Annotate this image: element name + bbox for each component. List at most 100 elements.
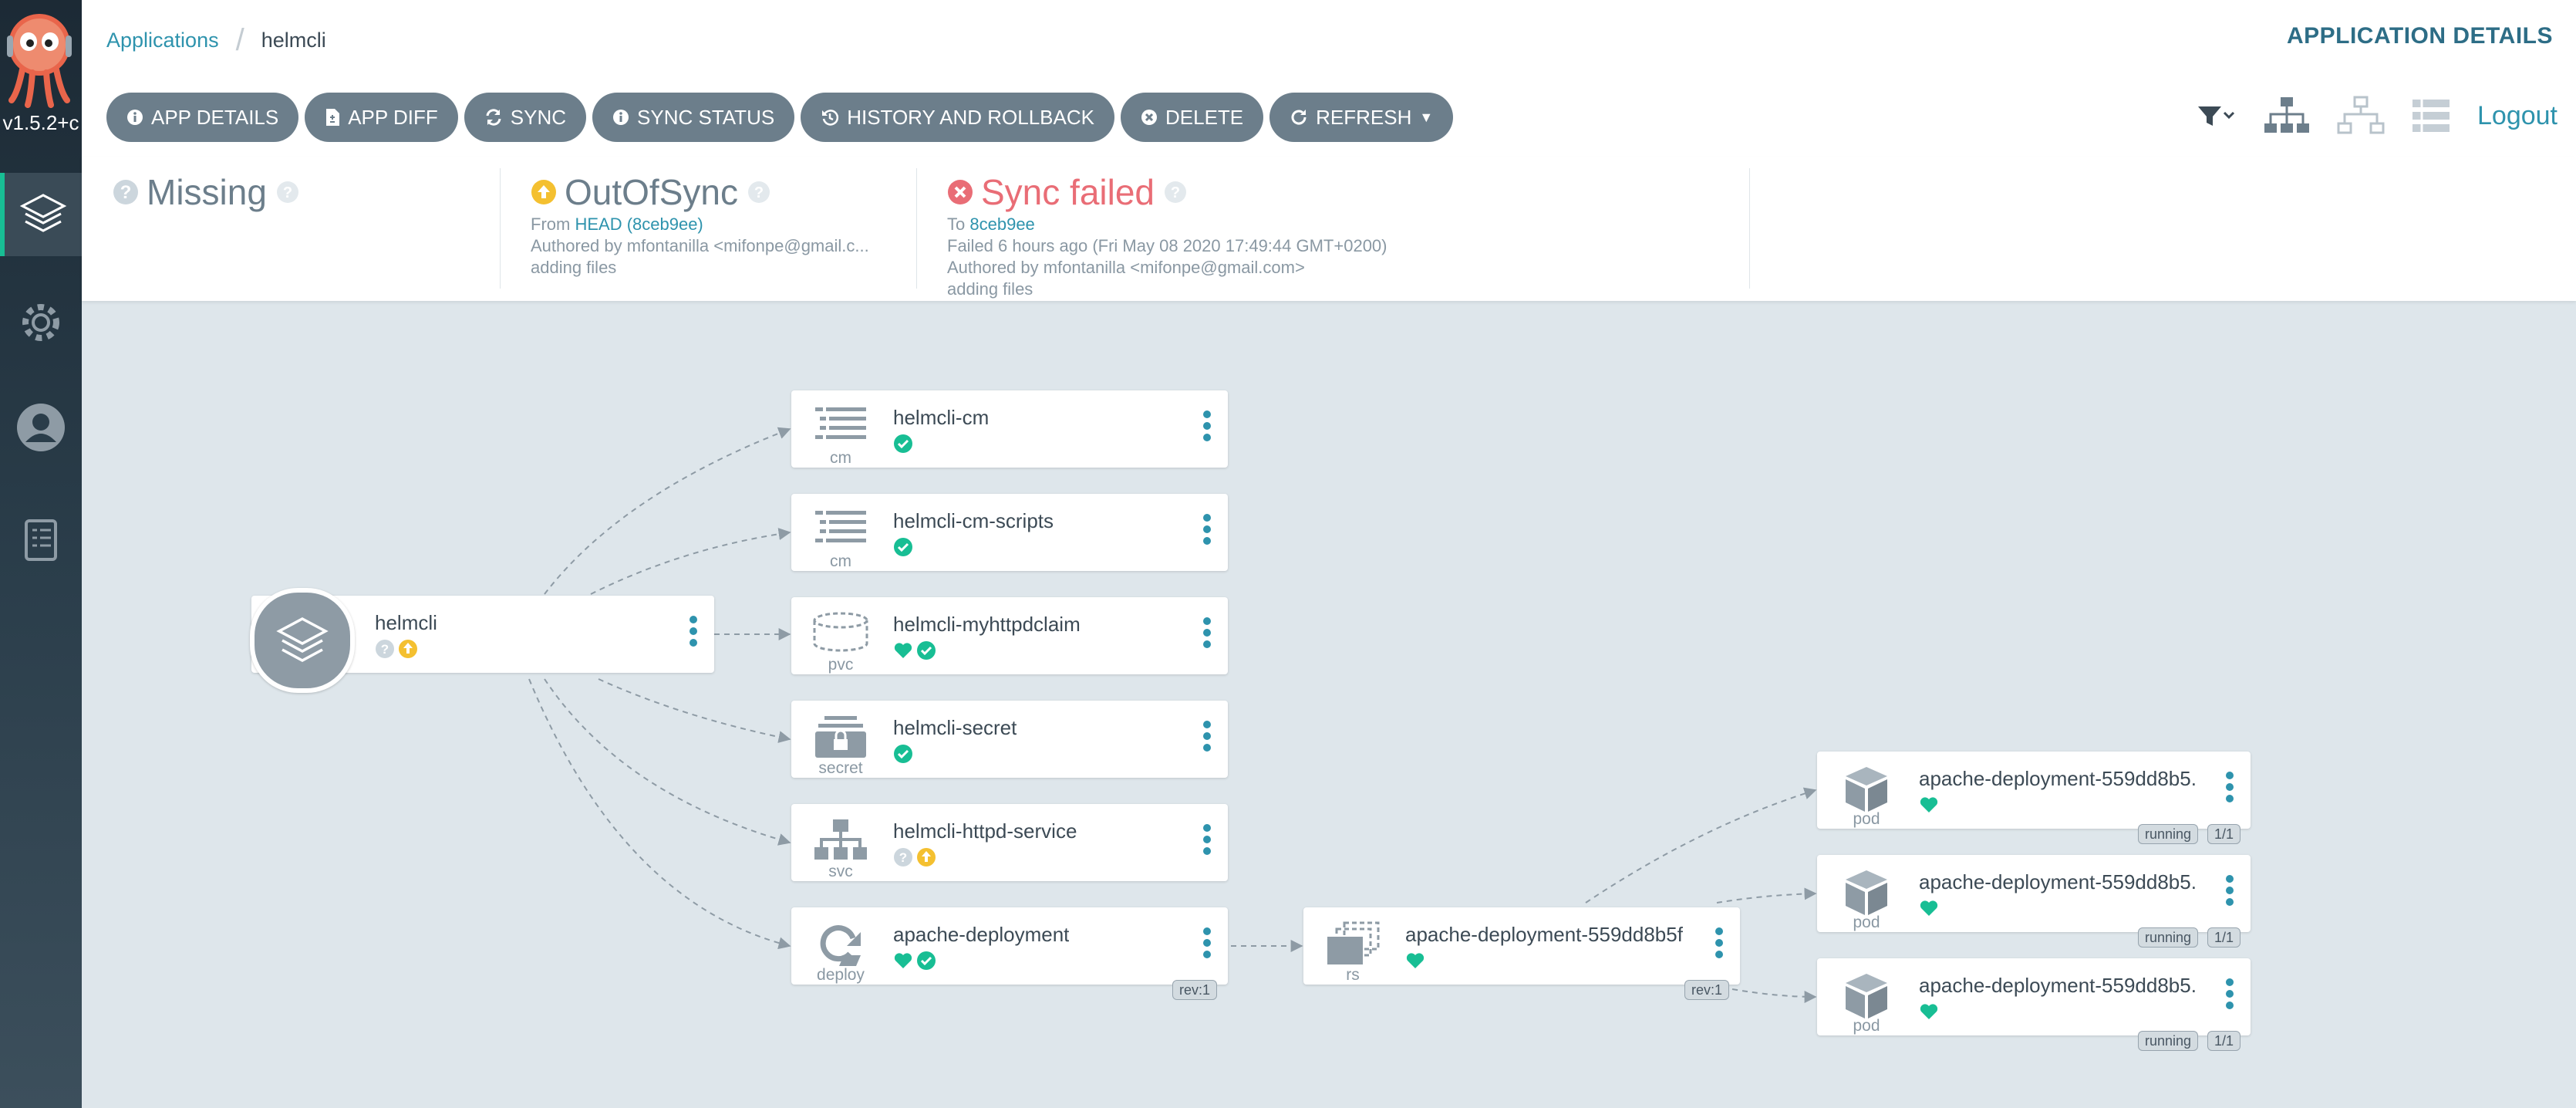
health-status-label: Missing	[147, 172, 267, 212]
sync-status-button[interactable]: SYNC STATUS	[592, 93, 795, 142]
help-icon[interactable]: ?	[746, 179, 772, 205]
help-icon[interactable]: ?	[275, 179, 301, 205]
history-rollback-label: HISTORY AND ROLLBACK	[847, 105, 1094, 129]
pod-node[interactable]: pod apache-deployment-559dd8b5...	[1817, 958, 2251, 1035]
resource-menu[interactable]	[2226, 978, 2234, 1013]
toolbar: APP DETAILS APP DIFF SYNC SYNC STATUS HI…	[82, 74, 2576, 158]
arrow-circle-up-icon	[399, 640, 417, 658]
delete-button[interactable]: DELETE	[1120, 93, 1264, 142]
app-diff-button[interactable]: APP DIFF	[305, 93, 458, 142]
pod-icon	[1836, 972, 1897, 1018]
deployment-icon	[810, 921, 872, 968]
resource-node-helmcli-myhttpdclaim[interactable]: pvc helmcli-myhttpdclaim	[791, 597, 1228, 674]
network-view-icon[interactable]	[2337, 96, 2385, 136]
resource-name: apache-deployment-559dd8b5...	[1919, 870, 2197, 893]
resource-menu[interactable]	[2226, 772, 2234, 806]
heart-icon	[894, 643, 912, 658]
resource-kind: deploy	[817, 966, 865, 984]
status-icons	[893, 434, 913, 454]
sidebar-item-documentation[interactable]	[0, 498, 82, 582]
info-icon	[126, 109, 143, 126]
resource-kind: rs	[1346, 966, 1360, 984]
top-bar: Applications / helmcli APPLICATION DETAI…	[82, 0, 2576, 74]
pod-node[interactable]: pod apache-deployment-559dd8b5...	[1817, 752, 2251, 829]
resource-menu[interactable]	[1715, 927, 1723, 962]
sync-icon	[484, 108, 503, 127]
resource-node-replicaset[interactable]: rs apache-deployment-559dd8b5f	[1303, 907, 1740, 985]
edge	[544, 678, 791, 846]
sync-revision-link[interactable]: HEAD (8ceb9ee)	[575, 215, 703, 234]
layers-icon	[276, 617, 329, 662]
app-details-label: APP DETAILS	[151, 105, 279, 129]
sidebar-item-settings[interactable]	[0, 281, 82, 364]
page-title: APPLICATION DETAILS	[2286, 23, 2553, 49]
pod-ready-tag: 1/1	[2207, 824, 2241, 844]
resource-kind: svc	[828, 863, 853, 880]
question-circle-icon: ?	[894, 848, 912, 866]
resource-node-helmcli-cm-scripts[interactable]: cm helmcli-cm-scripts	[791, 494, 1228, 571]
service-icon	[810, 818, 872, 864]
times-circle-icon	[1141, 109, 1158, 126]
app-details-button[interactable]: APP DETAILS	[106, 93, 299, 142]
heart-icon	[1920, 1004, 1938, 1019]
resource-menu[interactable]	[1203, 824, 1211, 859]
pod-node[interactable]: pod apache-deployment-559dd8b5...	[1817, 855, 2251, 932]
resource-menu[interactable]	[1203, 410, 1211, 445]
resource-kind: pod	[1853, 1017, 1880, 1035]
app-status-icons: ?	[375, 639, 418, 659]
sync-status-value: OutOfSync	[565, 172, 738, 212]
question-circle-icon: ?	[376, 640, 394, 658]
resource-menu[interactable]	[1203, 721, 1211, 755]
info-icon	[612, 109, 629, 126]
breadcrumb-current: helmcli	[261, 29, 326, 52]
refresh-button[interactable]: REFRESH ▼	[1269, 93, 1454, 142]
resource-menu[interactable]	[1203, 617, 1211, 652]
resource-name: helmcli-cm	[893, 406, 990, 429]
resource-menu[interactable]	[2226, 875, 2234, 910]
app-node-menu[interactable]	[690, 616, 697, 650]
history-rollback-button[interactable]: HISTORY AND ROLLBACK	[801, 93, 1114, 142]
configmap-icon	[810, 508, 872, 554]
resource-node-helmcli-httpd-service[interactable]: svc helmcli-httpd-service ?	[791, 804, 1228, 881]
divider	[500, 168, 501, 289]
list-view-icon[interactable]	[2411, 98, 2451, 133]
breadcrumb-applications-link[interactable]: Applications	[106, 29, 219, 52]
health-status: ? Missing ?	[113, 171, 301, 213]
edge	[598, 678, 791, 743]
action-buttons: APP DETAILS APP DIFF SYNC SYNC STATUS HI…	[106, 93, 1454, 142]
resource-kind: cm	[830, 552, 851, 570]
pod-ready-tag: 1/1	[2207, 1031, 2241, 1051]
svg-text:?: ?	[899, 850, 907, 865]
argo-logo[interactable]	[3, 12, 76, 108]
sync-button[interactable]: SYNC	[464, 93, 587, 142]
resource-menu[interactable]	[1203, 514, 1211, 549]
svg-text:?: ?	[120, 182, 132, 203]
check-circle-icon	[917, 951, 936, 970]
filter-icon[interactable]	[2197, 102, 2237, 130]
resource-menu[interactable]	[1203, 927, 1211, 962]
operation-message: adding files	[947, 279, 1033, 299]
from-prefix: From	[531, 215, 571, 234]
operation-revision-link[interactable]: 8ceb9ee	[969, 215, 1034, 234]
sidebar-item-applications[interactable]	[0, 173, 82, 256]
logout-link[interactable]: Logout	[2477, 101, 2557, 131]
resource-node-apache-deployment[interactable]: deploy apache-deployment	[791, 907, 1228, 985]
resource-kind: pod	[1853, 914, 1880, 931]
heart-icon	[1920, 900, 1938, 916]
history-icon	[821, 108, 839, 127]
file-diff-icon	[325, 108, 340, 127]
volume-claim-icon	[810, 611, 872, 657]
app-node-icon	[250, 588, 355, 693]
help-icon[interactable]: ?	[1162, 179, 1189, 205]
sidebar-item-user-info[interactable]	[0, 386, 82, 469]
status-icons	[893, 640, 936, 660]
resource-name: helmcli-httpd-service	[893, 819, 1077, 843]
version-label: v1.5.2+c	[2, 111, 79, 134]
operation-revision-line: To 8ceb9ee	[947, 215, 1387, 235]
resource-node-helmcli-cm[interactable]: cm helmcli-cm	[791, 390, 1228, 468]
to-prefix: To	[947, 215, 966, 234]
tree-view-icon[interactable]	[2263, 96, 2311, 136]
resource-node-helmcli-secret[interactable]: secret helmcli-secret	[791, 701, 1228, 778]
divider	[1749, 168, 1750, 289]
sidebar: v1.5.2+c	[0, 0, 82, 1108]
